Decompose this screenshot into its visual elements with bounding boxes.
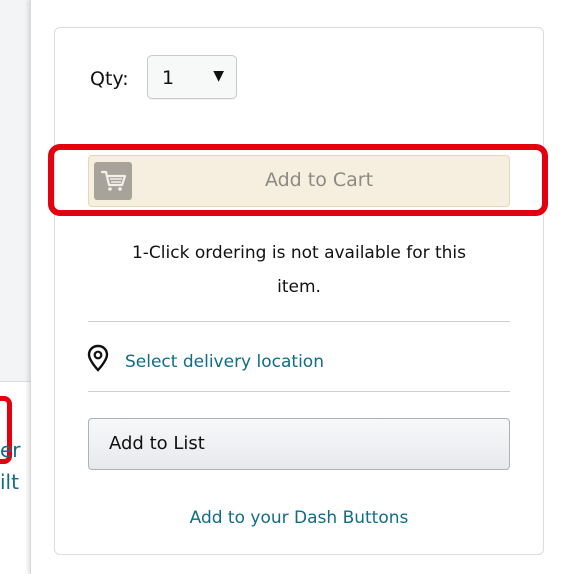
- background-partial-text: ilt: [0, 470, 19, 494]
- background-divider: [0, 381, 30, 382]
- caret-down-icon: ▼: [213, 68, 224, 84]
- background-partial-text: er: [0, 438, 21, 462]
- background-page-section: [0, 0, 30, 381]
- add-to-list-label: Add to List: [109, 433, 205, 454]
- one-click-notice-line: item.: [277, 277, 321, 297]
- select-delivery-location-link[interactable]: Select delivery location: [125, 352, 324, 372]
- divider: [88, 321, 510, 322]
- add-to-cart-label: Add to Cart: [264, 169, 374, 191]
- one-click-notice-line: 1-Click ordering is not available for th…: [131, 243, 467, 263]
- quantity-dropdown[interactable]: 1 ▼: [147, 55, 237, 99]
- one-click-notice: 1-Click ordering is not available for th…: [88, 236, 510, 304]
- quantity-value: 1: [162, 67, 175, 89]
- location-pin-icon: [86, 344, 110, 374]
- quantity-label: Qty:: [90, 68, 129, 90]
- add-to-list-button[interactable]: Add to List: [88, 418, 510, 470]
- divider: [88, 391, 510, 392]
- add-to-cart-button[interactable]: Add to Cart: [88, 155, 510, 207]
- add-to-dash-buttons-link[interactable]: Add to your Dash Buttons: [88, 508, 510, 528]
